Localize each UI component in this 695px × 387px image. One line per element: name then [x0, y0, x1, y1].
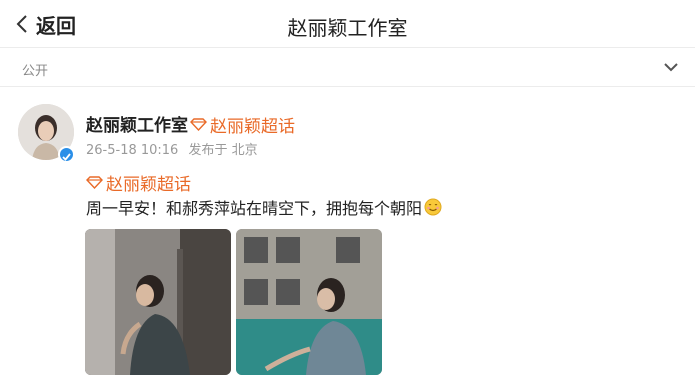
super-topic-link[interactable]: 赵丽颖超话: [190, 112, 295, 137]
post-timestamp: 26-5-18 10:16: [86, 143, 179, 158]
post-image-1[interactable]: [85, 229, 231, 375]
diamond-icon: [190, 118, 207, 131]
smiling-face-icon: [424, 198, 442, 216]
post-text-content: 周一早安！和郝秀萍站在晴空下，拥抱每个朝阳: [86, 199, 423, 218]
content-super-topic-link[interactable]: 赵丽颖超话: [86, 170, 191, 195]
post-meta: 26-5-18 10:16 发布于 北京: [86, 139, 264, 158]
page-title: 赵丽颖工作室: [287, 16, 408, 40]
chevron-down-icon[interactable]: [663, 61, 679, 73]
visibility-row[interactable]: 公开: [0, 49, 695, 87]
super-topic-label: 赵丽颖超话: [210, 117, 295, 137]
post-text: 周一早安！和郝秀萍站在晴空下，拥抱每个朝阳: [86, 195, 442, 219]
post-source: 发布于 北京: [188, 143, 258, 158]
weibo-post-detail: 返回 赵丽颖工作室 公开 赵丽颖工作室 赵丽颖超话 26-5-18 10:16 …: [0, 0, 695, 387]
diamond-icon: [86, 176, 103, 189]
post-image-2[interactable]: [236, 229, 382, 375]
visibility-label: 公开: [22, 64, 49, 79]
photo-woman-leaning-icon: [85, 229, 231, 375]
top-nav-bar: 返回 赵丽颖工作室: [0, 0, 695, 48]
verified-icon: [58, 146, 75, 163]
photo-woman-building-icon: [236, 229, 382, 375]
author-name[interactable]: 赵丽颖工作室: [86, 111, 188, 136]
content-tag-label: 赵丽颖超话: [106, 175, 191, 195]
